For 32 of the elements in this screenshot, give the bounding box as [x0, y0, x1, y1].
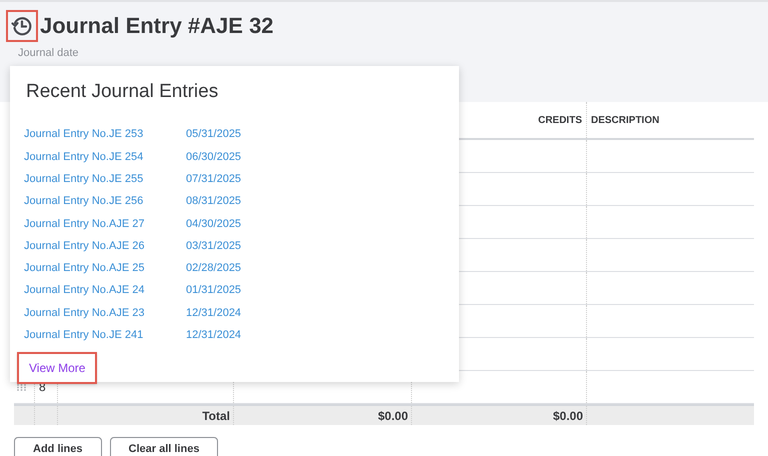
- entry-link[interactable]: Journal Entry No.JE 254: [24, 148, 186, 166]
- column-header: DESCRIPTION: [590, 114, 660, 128]
- entry-link[interactable]: Journal Entry No.JE 255: [24, 170, 186, 188]
- entry-link[interactable]: Journal Entry No.AJE 27: [24, 216, 186, 232]
- page-title: Journal Entry #AJE 32: [40, 12, 274, 40]
- total-credits: $0.00: [552, 408, 583, 424]
- entry-date-link[interactable]: 06/30/2025: [186, 148, 242, 166]
- drag-handle-icon[interactable]: [17, 384, 26, 390]
- entry-date-link[interactable]: 08/31/2025: [186, 193, 242, 210]
- total-label: Total: [202, 408, 230, 424]
- entry-date-link[interactable]: 12/31/2024: [186, 327, 242, 344]
- popup-title: Recent Journal Entries: [26, 80, 220, 104]
- entry-link[interactable]: Journal Entry No.AJE 25: [24, 260, 186, 277]
- entry-link[interactable]: Journal Entry No.AJE 24: [24, 282, 186, 299]
- entry-date-link[interactable]: 03/31/2025: [186, 238, 242, 254]
- entry-link[interactable]: Journal Entry No.AJE 23: [24, 304, 186, 322]
- entry-link[interactable]: Journal Entry No.AJE 26: [24, 238, 186, 254]
- total-debits: $0.00: [378, 408, 408, 424]
- entry-date-link[interactable]: 12/31/2024: [186, 304, 242, 322]
- history-button[interactable]: [6, 10, 38, 42]
- entry-link[interactable]: Journal Entry No.JE 253: [24, 126, 186, 143]
- action-button[interactable]: Clear all lines: [110, 437, 218, 456]
- action-button[interactable]: Add lines: [14, 437, 102, 456]
- entry-link[interactable]: Journal Entry No.JE 256: [24, 193, 186, 210]
- view-more-link[interactable]: View More: [17, 352, 98, 384]
- entry-link[interactable]: Journal Entry No.JE 241: [24, 327, 186, 344]
- entry-date-link[interactable]: 04/30/2025: [186, 216, 242, 232]
- field-label: Journal date: [18, 46, 80, 61]
- entry-date-link[interactable]: 02/28/2025: [186, 260, 242, 277]
- entry-date-link[interactable]: 07/31/2025: [186, 170, 242, 188]
- entry-date-link[interactable]: 05/31/2025: [186, 126, 242, 143]
- entry-date-link[interactable]: 01/31/2025: [186, 282, 242, 299]
